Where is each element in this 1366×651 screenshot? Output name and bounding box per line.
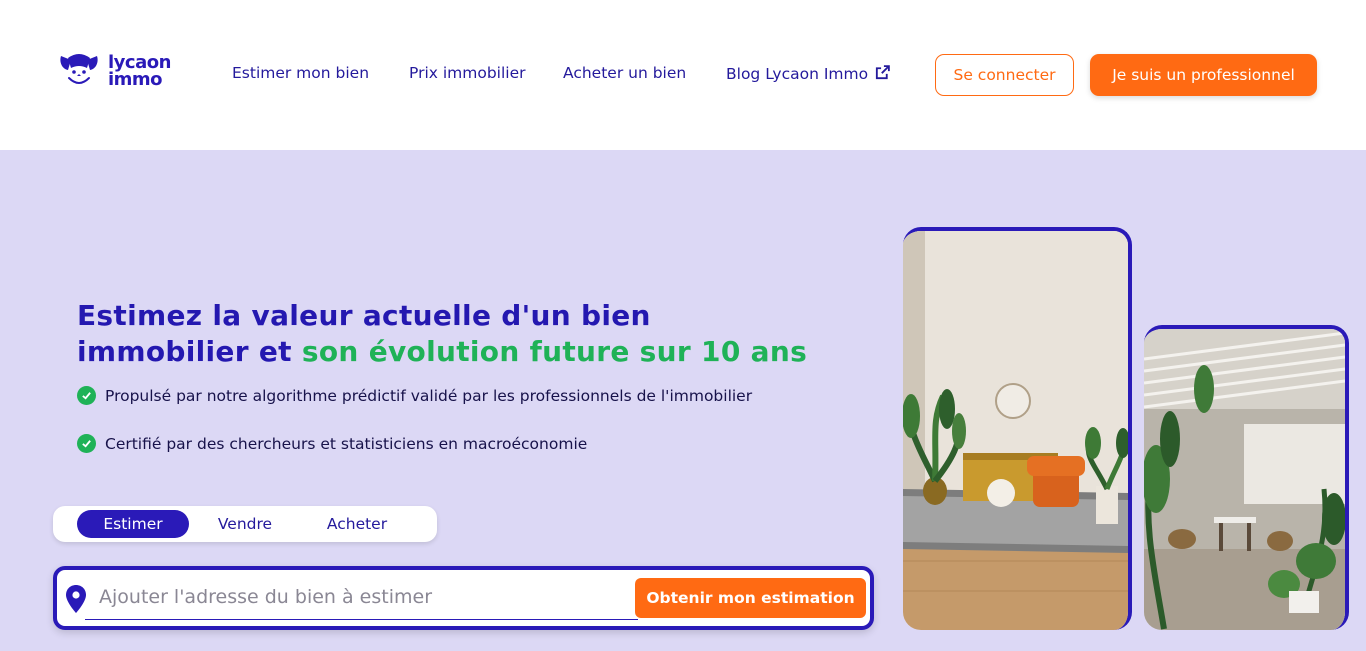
headline-highlight: son évolution future sur 10 ans	[301, 335, 808, 368]
login-button[interactable]: Se connecter	[935, 54, 1074, 96]
logo[interactable]: lycaon immo	[58, 52, 171, 90]
feature-text: Propulsé par notre algorithme prédictif …	[105, 386, 753, 405]
get-estimation-button[interactable]: Obtenir mon estimation	[635, 578, 866, 618]
tab-estimer[interactable]: Estimer	[77, 510, 189, 538]
hero-section: Estimez la valeur actuelle d'un bien imm…	[0, 150, 1366, 651]
nav-acheter-un-bien[interactable]: Acheter un bien	[563, 64, 686, 82]
nav-blog-label: Blog Lycaon Immo	[726, 65, 869, 83]
tab-vendre[interactable]: Vendre	[189, 510, 301, 538]
check-circle-icon	[77, 434, 96, 453]
nav-blog-link[interactable]: Blog Lycaon Immo	[726, 64, 891, 83]
terrace-photo	[1144, 325, 1349, 630]
logo-line2: immo	[108, 69, 163, 90]
headline-line1: Estimez la valeur actuelle d'un bien	[77, 299, 651, 332]
hero-headline: Estimez la valeur actuelle d'un bien imm…	[77, 298, 807, 370]
professional-button[interactable]: Je suis un professionnel	[1090, 54, 1317, 96]
headline-line2-start: immobilier et	[77, 335, 302, 368]
terrace-illustration	[1144, 329, 1345, 630]
address-search-bar: Obtenir mon estimation	[53, 566, 874, 630]
dog-face-logo-icon	[60, 54, 98, 84]
logo-wordmark: lycaon immo	[108, 54, 171, 90]
feature-text: Certifié par des chercheurs et statistic…	[105, 434, 588, 453]
nav-prix-immobilier[interactable]: Prix immobilier	[409, 64, 526, 82]
site-header: lycaon immo Estimer mon bien Prix immobi…	[0, 0, 1366, 150]
feature-item: Certifié par des chercheurs et statistic…	[77, 434, 587, 453]
external-link-icon	[876, 65, 890, 80]
nav-estimer-mon-bien[interactable]: Estimer mon bien	[232, 64, 369, 82]
tab-acheter[interactable]: Acheter	[301, 510, 413, 538]
feature-item: Propulsé par notre algorithme prédictif …	[77, 386, 752, 405]
living-room-photo	[903, 227, 1132, 630]
living-room-illustration	[903, 231, 1128, 630]
headline-line2: immobilier et son évolution future sur 1…	[77, 334, 807, 370]
address-input[interactable]	[85, 574, 638, 620]
check-circle-icon	[77, 386, 96, 405]
mode-tabs: Estimer Vendre Acheter	[53, 506, 437, 542]
